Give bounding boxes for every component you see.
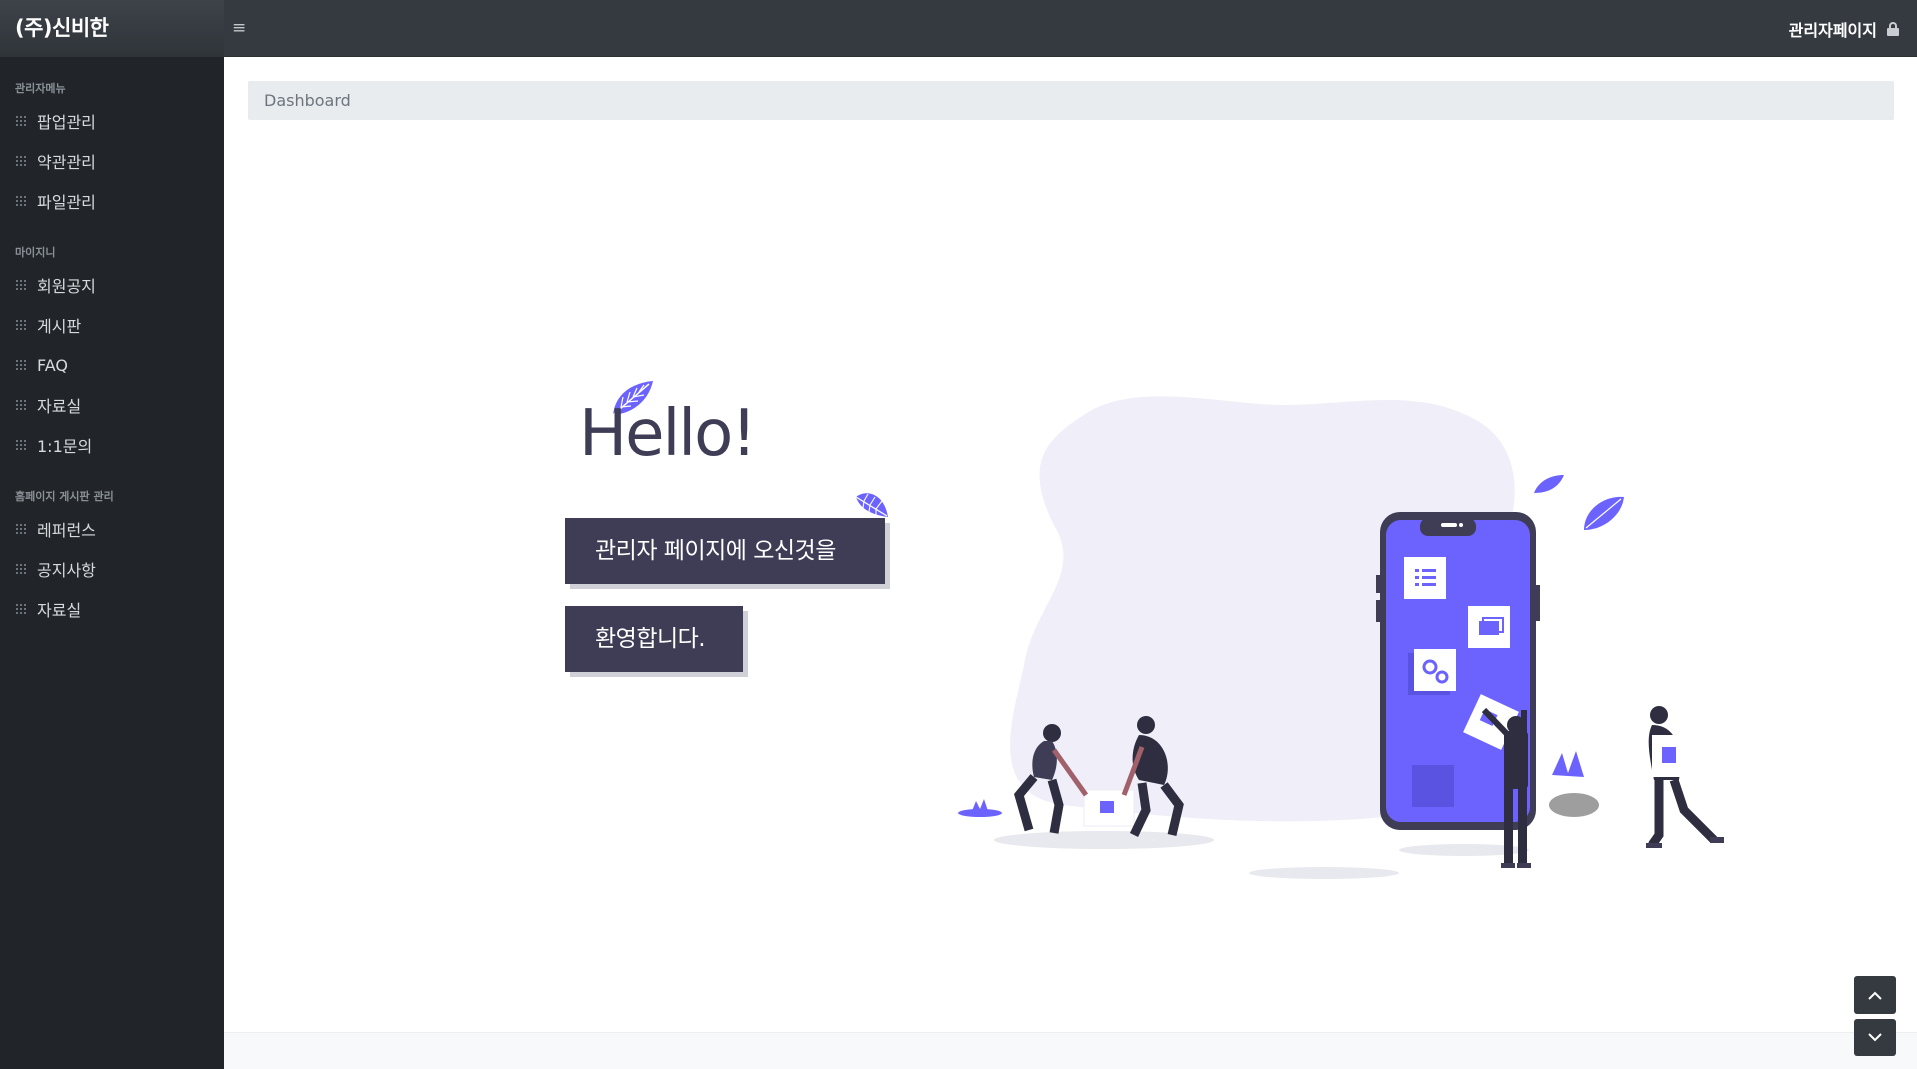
grid-icon — [16, 564, 26, 574]
sidebar-item-label: 회원공지 — [37, 277, 96, 296]
grid-icon — [16, 400, 26, 410]
admin-page-label[interactable]: 관리자페이지 — [1789, 17, 1877, 41]
sidebar-item-terms[interactable]: 약관관리 — [0, 141, 224, 181]
sidebar-item-label: 공지사항 — [37, 561, 96, 580]
brand-logo[interactable]: (주)신비한 — [0, 0, 224, 57]
chevron-down-icon — [1868, 1033, 1882, 1042]
sidebar-item-label: 게시판 — [37, 317, 82, 336]
sidebar-item-label: 약관관리 — [37, 153, 96, 172]
grid-icon — [16, 280, 26, 290]
sidebar-item-homepage-archive[interactable]: 자료실 — [0, 589, 224, 629]
sidebar-item-label: 파일관리 — [37, 193, 96, 212]
top-navbar: (주)신비한 ≡ 관리자페이지 — [0, 0, 1917, 57]
grid-icon — [16, 524, 26, 534]
main-content: Dashboard Hello! 관리자 페이지에 오신것을 환영합니다. — [224, 57, 1917, 1069]
hello-heading: Hello! — [579, 397, 757, 471]
sidebar-item-label: 자료실 — [37, 397, 82, 416]
grid-icon — [16, 440, 26, 450]
sidebar: 관리자메뉴 팝업관리 약관관리 파일관리 마이지니 회원공지 게시판 FAQ 자… — [0, 57, 224, 1069]
sidebar-item-files[interactable]: 파일관리 — [0, 181, 224, 221]
sidebar-item-reference[interactable]: 레퍼런스 — [0, 509, 224, 549]
scroll-to-top-button[interactable] — [1854, 976, 1896, 1014]
sidebar-item-archive[interactable]: 자료실 — [0, 385, 224, 425]
scroll-to-bottom-button[interactable] — [1854, 1019, 1896, 1056]
sidebar-item-member-notice[interactable]: 회원공지 — [0, 265, 224, 305]
leaf-icon — [855, 493, 888, 517]
user-menu[interactable]: 관리자페이지 — [1789, 0, 1899, 57]
grid-icon — [16, 116, 26, 126]
sidebar-item-popup[interactable]: 팝업관리 — [0, 101, 224, 141]
welcome-line-1: 관리자 페이지에 오신것을 — [565, 518, 885, 584]
welcome-line-2: 환영합니다. — [565, 606, 743, 672]
grid-icon — [16, 156, 26, 166]
grid-icon — [16, 196, 26, 206]
grid-icon — [16, 604, 26, 614]
sidebar-item-label: 팝업관리 — [37, 113, 96, 132]
sidebar-item-inquiry[interactable]: 1:1문의 — [0, 425, 224, 465]
footer — [224, 1032, 1917, 1069]
sidebar-item-label: 자료실 — [37, 601, 82, 620]
sidebar-item-notice[interactable]: 공지사항 — [0, 549, 224, 589]
sidebar-item-board[interactable]: 게시판 — [0, 305, 224, 345]
sidebar-item-label: FAQ — [37, 355, 68, 375]
hamburger-icon[interactable]: ≡ — [232, 17, 250, 39]
sidebar-heading-admin-menu: 관리자메뉴 — [15, 82, 66, 95]
lock-icon[interactable] — [1887, 21, 1899, 36]
chevron-up-icon — [1868, 991, 1882, 1000]
grid-icon — [16, 360, 26, 370]
grid-icon — [16, 320, 26, 330]
breadcrumb: Dashboard — [248, 81, 1894, 120]
sidebar-heading-homepage-board: 홈페이지 게시판 관리 — [15, 490, 114, 503]
sidebar-item-faq[interactable]: FAQ — [0, 345, 224, 385]
sidebar-item-label: 1:1문의 — [37, 437, 93, 456]
sidebar-heading-mygenie: 마이지니 — [15, 246, 56, 259]
sidebar-item-label: 레퍼런스 — [37, 521, 96, 540]
dashboard-illustration — [958, 396, 1724, 879]
